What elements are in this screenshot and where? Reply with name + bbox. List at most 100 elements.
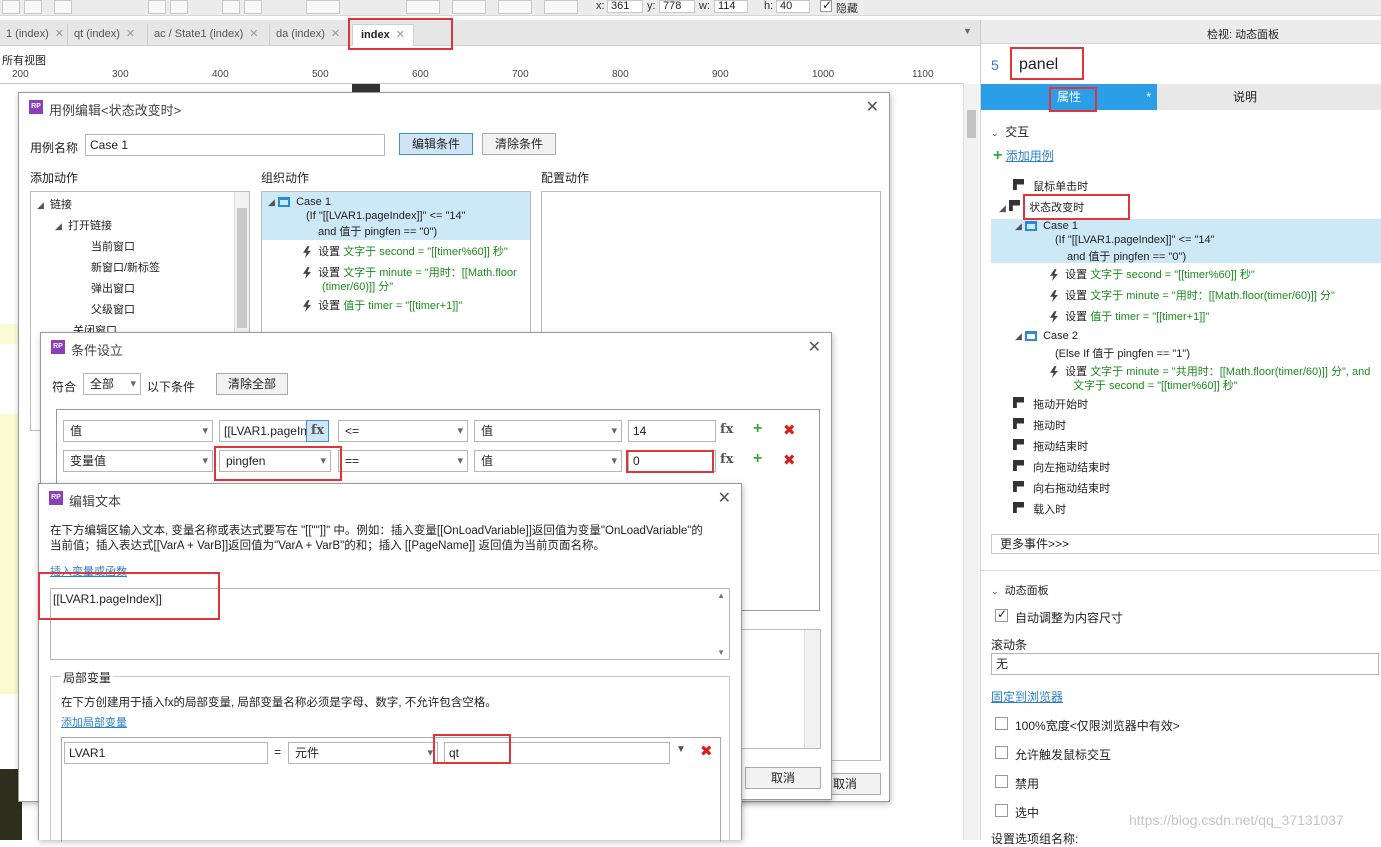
line-style-button[interactable] <box>498 0 532 14</box>
close-icon[interactable]: ✕ <box>331 28 340 40</box>
tree-item-new-window[interactable]: 新窗口/新标签 <box>91 259 160 275</box>
delete-variable-icon[interactable]: ✖ <box>700 742 713 760</box>
action-set-second[interactable]: 设置 文字于 second = "[[timer%60]] 秒" <box>302 243 508 259</box>
inspector-case-1[interactable]: ◢ Case 1 <box>1015 220 1078 232</box>
strikethrough-button[interactable] <box>54 0 72 14</box>
event-load[interactable]: 载入时 <box>1013 501 1066 517</box>
tab-qt-index[interactable]: qt (index) ✕ <box>68 24 148 46</box>
condition-type-select[interactable]: 变量值 <box>63 450 213 472</box>
event-click[interactable]: 鼠标单击时 <box>1013 178 1088 194</box>
close-icon[interactable]: ✕ <box>718 488 731 508</box>
tree-item-open-link[interactable]: ◢ 打开链接 <box>55 217 112 233</box>
condition-value-input[interactable]: 14 <box>628 420 716 442</box>
fx-button[interactable]: fx <box>306 420 329 442</box>
scroll-thumb[interactable] <box>237 208 247 328</box>
action-set-timer[interactable]: 设置 值于 timer = "[[timer+1]]" <box>302 297 462 313</box>
fx-button[interactable]: fx <box>720 422 733 437</box>
add-local-variable-link[interactable]: 添加局部变量 <box>61 714 127 730</box>
condition-value-input[interactable]: 0 <box>628 450 716 472</box>
inspector-action[interactable]: 设置 值于 timer = "[[timer+1]]" <box>1049 308 1209 324</box>
scroll-down-icon[interactable]: ▼ <box>717 648 725 657</box>
close-icon[interactable]: ✕ <box>396 29 405 41</box>
insert-variable-link[interactable]: 插入变量或函数 <box>50 563 127 579</box>
chevron-down-icon[interactable]: ▼ <box>676 744 686 755</box>
line-color-button[interactable] <box>406 0 440 14</box>
tree-item-parent-window[interactable]: 父级窗口 <box>91 301 135 317</box>
inspector-case-2[interactable]: ◢ Case 2 <box>1015 330 1078 342</box>
tab-ac-state1[interactable]: ac / State1 (index) ✕ <box>148 24 270 46</box>
fullwidth-checkbox[interactable] <box>995 717 1008 730</box>
add-case-link[interactable]: + 添加用例 <box>993 147 1054 165</box>
selected-checkbox[interactable] <box>995 804 1008 817</box>
case-name-input[interactable]: Case 1 <box>85 134 385 156</box>
auto-size-checkbox[interactable] <box>995 607 1008 622</box>
inspector-action[interactable]: 设置 文字于 second = "[[timer%60]] 秒" <box>1049 266 1255 282</box>
hidden-checkbox[interactable] <box>820 0 832 12</box>
match-select[interactable]: 全部 <box>83 373 141 395</box>
mouse-interaction-checkbox[interactable] <box>995 746 1008 759</box>
close-icon[interactable]: ✕ <box>249 28 258 40</box>
scroll-up-icon[interactable]: ▲ <box>717 591 725 600</box>
w-input[interactable]: 114 <box>714 0 748 13</box>
case-1-item[interactable]: ◢ Case 1 <box>268 196 331 208</box>
event-drag-end[interactable]: 拖动结束时 <box>1013 438 1088 454</box>
underline-button[interactable] <box>24 0 42 14</box>
tree-item-popup[interactable]: 弹出窗口 <box>91 280 135 296</box>
italic-button[interactable] <box>2 0 20 14</box>
clear-condition-button[interactable]: 清除条件 <box>482 133 556 155</box>
inspector-action[interactable]: 设置 文字于 minute = "用时：[[Math.floor(timer/6… <box>1049 287 1335 303</box>
event-drag[interactable]: 拖动时 <box>1013 417 1066 433</box>
align-middle-button[interactable] <box>244 0 262 14</box>
tabs-dropdown-icon[interactable]: ▼ <box>963 26 972 36</box>
text-editor-area[interactable]: [[LVAR1.pageIndex]] ▲ ▼ <box>50 588 730 660</box>
close-icon[interactable]: ✕ <box>866 97 879 117</box>
event-swipe-right[interactable]: 向右拖动结束时 <box>1013 480 1110 496</box>
align-left-button[interactable] <box>148 0 166 14</box>
scrollbar-select[interactable]: 无 <box>991 653 1379 675</box>
x-input[interactable]: 361 <box>607 0 643 13</box>
align-top-button[interactable] <box>222 0 240 14</box>
h-input[interactable]: 40 <box>776 0 810 13</box>
condition-field-input[interactable]: [[LVAR1.pageIndex]] <box>219 420 307 442</box>
condition-variable-select[interactable]: pingfen <box>219 450 331 472</box>
tab-notes[interactable]: 说明 <box>1157 84 1333 110</box>
clear-all-button[interactable]: 清除全部 <box>216 373 288 395</box>
close-icon[interactable]: ✕ <box>808 337 821 357</box>
close-icon[interactable]: ✕ <box>55 28 64 40</box>
delete-condition-icon[interactable]: ✖ <box>783 451 796 469</box>
tab-1-index[interactable]: 1 (index) ✕ <box>0 24 68 46</box>
event-drag-start[interactable]: 拖动开始时 <box>1013 396 1088 412</box>
local-var-type-select[interactable]: 元件 <box>288 742 438 764</box>
add-condition-icon[interactable]: + <box>753 420 762 438</box>
edit-condition-button[interactable]: 编辑条件 <box>399 133 473 155</box>
delete-condition-icon[interactable]: ✖ <box>783 421 796 439</box>
condition-operator-select[interactable]: <= <box>338 420 468 442</box>
tab-index[interactable]: index ✕ <box>352 24 414 46</box>
tab-da-index[interactable]: da (index) ✕ <box>270 24 350 46</box>
section-interactions[interactable]: ⌄ 交互 <box>991 123 1029 140</box>
condition-operator-select[interactable]: == <box>338 450 468 472</box>
align-center-button[interactable] <box>170 0 188 14</box>
local-var-name-input[interactable]: LVAR1 <box>64 742 268 764</box>
line-width-button[interactable] <box>452 0 486 14</box>
condition-cancel-button[interactable]: 取消 <box>745 767 821 789</box>
section-dynamic-panel[interactable]: ⌄ 动态面板 <box>991 582 1049 598</box>
tree-item-link[interactable]: ◢ 链接 <box>37 196 72 212</box>
pin-to-browser-link[interactable]: 固定到浏览器 <box>991 688 1063 705</box>
condition-type-select[interactable]: 值 <box>63 420 213 442</box>
disabled-checkbox[interactable] <box>995 775 1008 788</box>
local-var-target-input[interactable]: qt <box>444 742 670 764</box>
add-condition-icon[interactable]: + <box>753 450 762 468</box>
scroll-thumb[interactable] <box>967 110 976 138</box>
close-icon[interactable]: ✕ <box>126 28 135 40</box>
widget-name-input[interactable]: panel <box>1011 50 1371 80</box>
event-state-change[interactable]: ◢ 状态改变时 <box>999 199 1084 215</box>
arrow-style-button[interactable] <box>544 0 578 14</box>
fill-color-button[interactable] <box>306 0 340 14</box>
event-swipe-left[interactable]: 向左拖动结束时 <box>1013 459 1110 475</box>
condition-rtype-select[interactable]: 值 <box>474 420 622 442</box>
condition-rtype-select[interactable]: 值 <box>474 450 622 472</box>
tree-item-current-window[interactable]: 当前窗口 <box>91 238 135 254</box>
fx-button[interactable]: fx <box>720 452 733 467</box>
canvas-scrollbar[interactable] <box>963 84 979 840</box>
